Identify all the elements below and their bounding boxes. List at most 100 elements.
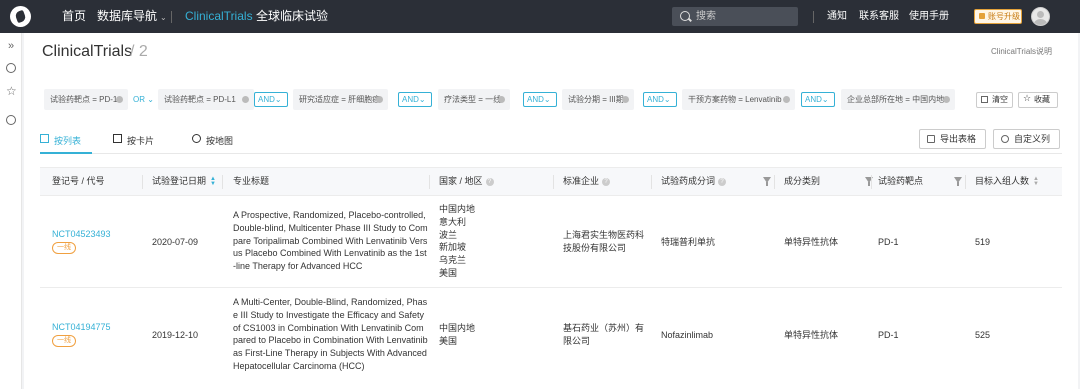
help-link[interactable]: ClinicalTrials说明 bbox=[991, 46, 1052, 57]
app-logo[interactable] bbox=[10, 6, 31, 27]
remove-filter-icon[interactable] bbox=[376, 96, 383, 103]
drug-target: PD-1 bbox=[878, 237, 899, 247]
filter-chip[interactable]: 疗法类型 = 一线 bbox=[438, 89, 510, 110]
help-icon[interactable]: ? bbox=[718, 177, 727, 186]
main-panel: ClinicalTrials / 2 ClinicalTrials说明 试验药靶… bbox=[24, 33, 1078, 389]
nav-db-nav[interactable]: 数据库导航 ⌄ bbox=[97, 0, 167, 33]
company-name[interactable]: 上海君实生物医药科技股份有限公司 bbox=[563, 229, 645, 255]
sort-icon[interactable]: ▲ ▼ bbox=[210, 176, 216, 187]
target-enrollment: 525 bbox=[975, 330, 991, 340]
filter-chip[interactable]: 研究适应症 = 肝细胞癌 bbox=[293, 89, 388, 110]
upgrade-button[interactable]: 账号升级 bbox=[974, 9, 1022, 24]
col-divider bbox=[774, 175, 775, 189]
col-divider bbox=[871, 175, 872, 189]
col-header-company: 标准企业? bbox=[563, 168, 611, 195]
nav-clinicaltrials[interactable]: ClinicalTrials bbox=[185, 0, 253, 33]
topbar-divider bbox=[813, 11, 814, 23]
sort-icon[interactable]: ▲ ▼ bbox=[1033, 176, 1039, 187]
col-header-drug: 试验药成分词? bbox=[661, 168, 727, 195]
nav-home[interactable]: 首页 bbox=[62, 0, 86, 33]
col-header-id: 登记号 / 代号 bbox=[52, 176, 105, 186]
country-item: 新加坡 bbox=[439, 242, 467, 253]
remove-filter-icon[interactable] bbox=[943, 96, 950, 103]
filter-icon[interactable] bbox=[763, 177, 771, 186]
tab-map-label: 按地图 bbox=[206, 136, 234, 146]
country-item: 乌克兰 bbox=[439, 255, 467, 266]
save-button[interactable]: ☆ 收藏 bbox=[1018, 92, 1058, 108]
col-header-title: 专业标题 bbox=[233, 176, 270, 186]
history-icon[interactable] bbox=[6, 115, 16, 125]
export-icon bbox=[927, 135, 935, 143]
trial-title[interactable]: A Prospective, Randomized, Placebo-contr… bbox=[233, 209, 428, 273]
avatar[interactable] bbox=[1031, 7, 1050, 26]
message-icon[interactable] bbox=[6, 63, 16, 73]
and-operator[interactable]: AND⌄ bbox=[801, 92, 835, 107]
notify-link[interactable]: 通知 bbox=[827, 0, 847, 33]
filter-chip[interactable]: 试验药靶点 = PD-1 bbox=[44, 89, 128, 110]
remove-filter-icon[interactable] bbox=[116, 96, 123, 103]
col-header-date[interactable]: 试验登记日期 ▲ ▼ bbox=[152, 168, 216, 195]
and-label: AND bbox=[402, 95, 419, 104]
component-category: 单特异性抗体 bbox=[784, 330, 839, 340]
page-title: ClinicalTrials bbox=[42, 43, 133, 60]
col-header-country: 国家 / 地区? bbox=[439, 168, 494, 195]
or-operator[interactable]: OR ⌄ bbox=[133, 95, 154, 104]
and-operator[interactable]: AND⌄ bbox=[398, 92, 432, 107]
col-divider bbox=[222, 175, 223, 189]
tab-list[interactable]: 按列表 bbox=[40, 134, 92, 154]
clear-label: 清空 bbox=[992, 95, 1008, 104]
contact-link[interactable]: 联系客服 bbox=[859, 0, 899, 33]
and-label: AND bbox=[527, 95, 544, 104]
remove-filter-icon[interactable] bbox=[783, 96, 790, 103]
filter-chip[interactable]: 干预方案药物 = Lenvatinib bbox=[682, 89, 795, 110]
table-header: 登记号 / 代号 试验登记日期 ▲ ▼ 专业标题 国家 / 地区? 标准企业? 试验… bbox=[40, 167, 1062, 196]
help-icon[interactable]: ? bbox=[602, 177, 611, 186]
star-icon[interactable]: ☆ bbox=[6, 85, 17, 97]
tab-map[interactable]: 按地图 bbox=[192, 134, 233, 154]
col-header-date-label: 试验登记日期 bbox=[152, 176, 207, 186]
export-label: 导出表格 bbox=[940, 134, 977, 144]
expand-icon[interactable]: » bbox=[6, 41, 16, 52]
col-header-enroll-label: 目标入组人数 bbox=[975, 176, 1030, 186]
save-label: 收藏 bbox=[1034, 95, 1050, 104]
country-item: 中国内地 bbox=[439, 204, 476, 214]
tab-card[interactable]: 按卡片 bbox=[113, 134, 154, 154]
and-operator[interactable]: AND⌄ bbox=[643, 92, 677, 107]
filter-bar: 试验药靶点 = PD-1 OR ⌄ 试验药靶点 = PD-L1 AND⌄ 研究适… bbox=[40, 87, 1062, 118]
trial-id-link[interactable]: NCT04194775 bbox=[52, 321, 111, 333]
result-count: / 2 bbox=[130, 43, 148, 60]
remove-filter-icon[interactable] bbox=[498, 96, 505, 103]
drug-component: 特瑞普利单抗 bbox=[661, 237, 716, 247]
drug-target: PD-1 bbox=[878, 330, 899, 340]
help-icon[interactable]: ? bbox=[485, 177, 494, 186]
filter-chip-label: 试验分期 = III期 bbox=[568, 95, 624, 104]
manual-link[interactable]: 使用手册 bbox=[909, 0, 949, 33]
filter-chip-label: 企业总部所在地 = 中国内地 bbox=[847, 95, 945, 104]
and-operator[interactable]: AND⌄ bbox=[254, 92, 288, 107]
filter-chip[interactable]: 试验药靶点 = PD-L1 bbox=[158, 89, 254, 110]
filter-chip[interactable]: 企业总部所在地 = 中国内地 bbox=[841, 89, 955, 110]
export-button[interactable]: 导出表格 bbox=[919, 129, 986, 149]
filter-icon[interactable] bbox=[954, 177, 962, 186]
grid-icon bbox=[113, 134, 122, 143]
table-row: NCT04194775 一线 2019-12-10 A Multi-Center… bbox=[40, 288, 1062, 389]
custom-columns-button[interactable]: 自定义列 bbox=[993, 129, 1060, 149]
registration-date: 2020-07-09 bbox=[152, 237, 199, 247]
trial-title[interactable]: A Multi-Center, Double-Blind, Randomized… bbox=[233, 296, 428, 373]
search-input[interactable]: 搜索 bbox=[672, 7, 798, 26]
col-header-company-label: 标准企业 bbox=[563, 176, 600, 186]
filter-chip-label: 试验药靶点 = PD-1 bbox=[50, 95, 118, 104]
trash-icon bbox=[981, 96, 988, 103]
country-list: 中国内地 美国 bbox=[439, 322, 475, 348]
company-name[interactable]: 基石药业（苏州）有限公司 bbox=[563, 322, 645, 348]
trial-id-link[interactable]: NCT04523493 bbox=[52, 228, 111, 240]
and-operator[interactable]: AND⌄ bbox=[523, 92, 557, 107]
clear-button[interactable]: 清空 bbox=[976, 92, 1013, 108]
filter-chip[interactable]: 试验分期 = III期 bbox=[562, 89, 634, 110]
nav-global-trials[interactable]: 全球临床试验 bbox=[256, 0, 328, 33]
col-header-enroll[interactable]: 目标入组人数 ▲ ▼ bbox=[975, 168, 1039, 195]
col-divider bbox=[553, 175, 554, 189]
remove-filter-icon[interactable] bbox=[242, 96, 249, 103]
remove-filter-icon[interactable] bbox=[622, 96, 629, 103]
therapy-line-tag: 一线 bbox=[52, 335, 76, 347]
